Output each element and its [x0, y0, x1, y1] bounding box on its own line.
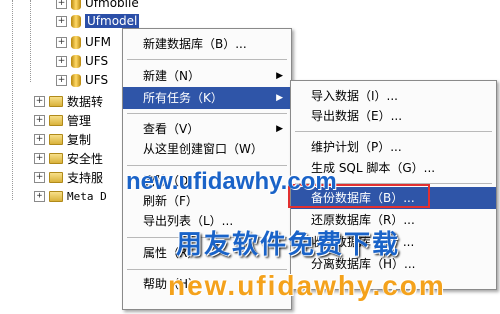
tree-item-management[interactable]: + 管理 [34, 111, 91, 129]
database-icon [71, 14, 81, 28]
folder-icon [49, 133, 63, 145]
expand-icon[interactable]: + [34, 95, 45, 107]
tree-item-ufs[interactable]: + UFS [56, 52, 108, 70]
expand-icon[interactable]: + [56, 15, 67, 27]
folder-icon [49, 171, 63, 183]
tree-guide-line [12, 0, 13, 200]
watermark-slogan: 用友软件免费下载 [176, 230, 401, 260]
expand-icon[interactable]: + [56, 36, 67, 48]
submenu-arrow-icon: ▶ [276, 124, 283, 134]
expand-icon[interactable]: + [34, 133, 45, 145]
folder-icon [49, 95, 63, 107]
watermark-url-top: new.ufidawhy.com [126, 168, 337, 195]
expand-icon[interactable]: + [34, 152, 45, 164]
tree-item-ufmobile[interactable]: + Ufmobile [56, 0, 139, 12]
database-icon [71, 0, 81, 10]
expand-icon[interactable]: + [34, 171, 45, 183]
expand-icon[interactable]: + [56, 74, 67, 86]
folder-icon [49, 114, 63, 126]
menu-separator [295, 131, 492, 132]
watermark-url-bottom: new.ufidawhy.com [168, 270, 446, 301]
menu-item-import-data[interactable]: 导入数据（I）... [291, 85, 496, 107]
menu-item-all-tasks[interactable]: 所有任务（K） ▶ [123, 87, 291, 109]
tree-item-ufs[interactable]: + UFS [56, 71, 108, 89]
screenshot-frame: + Ufmobile + Ufmodel + UFM + UFS + UFS + 数据转 +… [0, 0, 500, 314]
menu-item-new[interactable]: 新建（N） ▶ [123, 65, 291, 87]
submenu-arrow-icon: ▶ [276, 71, 283, 81]
tree-item-label-selected: Ufmodel [85, 14, 140, 28]
tree-item-meta-data[interactable]: + Meta D [34, 187, 107, 205]
folder-icon [49, 152, 63, 164]
expand-icon[interactable]: + [56, 0, 67, 9]
folder-icon [49, 190, 63, 202]
tree-item-data-transformation[interactable]: + 数据转 [34, 92, 103, 110]
expand-icon[interactable]: + [56, 55, 67, 67]
menu-item-new-window[interactable]: 从这里创建窗口（W） [123, 138, 291, 160]
menu-separator [127, 59, 287, 60]
submenu-arrow-icon: ▶ [276, 93, 283, 103]
menu-separator [127, 165, 287, 166]
expand-icon[interactable]: + [34, 114, 45, 126]
database-icon [71, 35, 81, 49]
menu-item-export-data[interactable]: 导出数据（E）... [291, 105, 496, 127]
tree-guide-line [30, 0, 31, 82]
tree-item-security[interactable]: + 安全性 [34, 149, 103, 167]
tree-item-ufm[interactable]: + UFM [56, 33, 111, 51]
expand-icon[interactable]: + [34, 190, 45, 202]
menu-item-maintenance-plan[interactable]: 维护计划（P）... [291, 136, 496, 158]
database-icon [71, 73, 81, 87]
menu-item-view[interactable]: 查看（V） ▶ [123, 118, 291, 140]
menu-separator [127, 113, 287, 114]
menu-item-new-database[interactable]: 新建数据库（B）... [123, 33, 291, 55]
console-tree: + Ufmobile + Ufmodel + UFM + UFS + UFS + 数据转 +… [8, 0, 140, 314]
tree-item-replication[interactable]: + 复制 [34, 130, 91, 148]
tree-item-support-services[interactable]: + 支持服 [34, 168, 103, 186]
database-icon [71, 54, 81, 68]
